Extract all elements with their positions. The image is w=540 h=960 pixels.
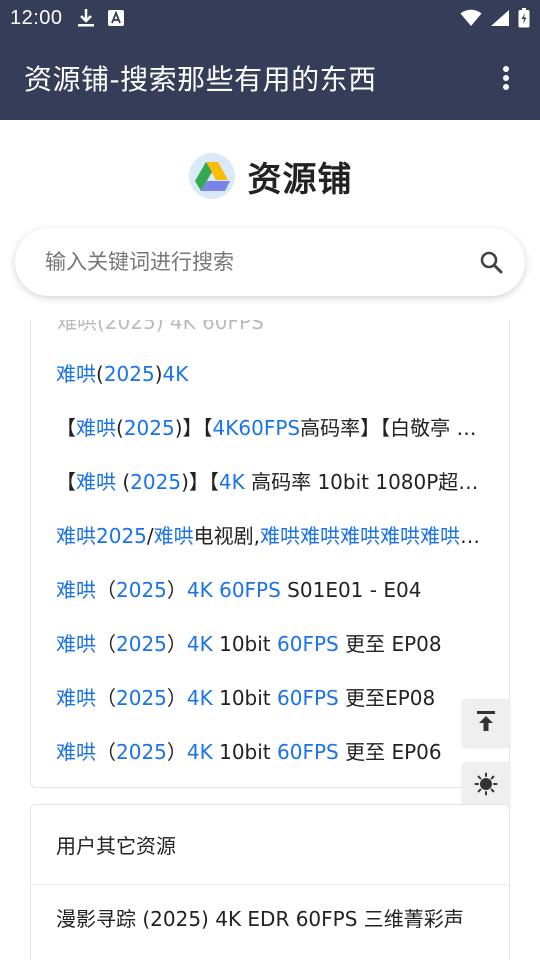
result-text: 10bit [212,632,278,656]
highlighted-keyword: 2025 [116,632,167,656]
highlighted-keyword: 4K [186,740,213,764]
result-text: 10bit [212,686,278,710]
download-icon [77,8,95,28]
logo-text: 资源铺 [247,159,353,200]
logo: 资源铺 [0,148,540,204]
highlighted-keyword: 4K [186,632,213,656]
battery-icon [518,8,530,28]
highlighted-keyword: 难哄 [153,524,194,548]
accessibility-icon [107,9,125,27]
result-item[interactable]: 难哄（2025）4K 60FPS S01E01 - E04 [56,570,486,610]
result-item[interactable]: 难哄2025/难哄电视剧,难哄难哄难哄难哄难哄难哄 [56,516,486,556]
search-results-list: 难哄(2025) 4K 60FPS 难哄(2025)4K 【难哄(2025)】【… [30,320,510,788]
result-item[interactable]: 难哄（2025）4K 10bit 60FPS 更至 EP06 [56,732,486,772]
result-text: ) [154,362,163,386]
result-item[interactable]: 难哄（2025）4K 10bit 60FPS 更至EP08 [56,678,486,718]
result-text: / [146,524,154,548]
result-text: S01E01 - E04 [280,578,422,602]
result-text: 更至 EP08 [338,632,442,656]
result-item[interactable]: 【难哄 (2025)】【4K 高码率 10bit 1080P超清】 [56,462,486,502]
highlighted-keyword: 难哄 [56,362,96,386]
highlighted-keyword: 4K [186,686,213,710]
result-text: 更至EP08 [338,686,436,710]
result-text: )】【 [181,470,219,494]
app-bar: 资源铺-搜索那些有用的东西 [0,36,540,120]
result-text: 高码率 10bit 1080P超清】 [244,470,486,494]
highlighted-keyword: 60FPS [277,740,339,764]
result-item[interactable]: 难哄(2025)4K [56,354,486,394]
highlighted-keyword: 4K [162,362,189,386]
result-text: 10bit [212,740,278,764]
result-text: ( [96,362,104,386]
highlighted-keyword: 2025 [123,416,175,440]
partial-result-item[interactable]: 难哄(2025) 4K 60FPS [57,320,264,335]
highlighted-keyword: 4K 60FPS [186,578,281,602]
status-time: 12:00 [10,6,63,29]
theme-toggle-button[interactable] [462,762,510,810]
result-text: ( [116,416,124,440]
result-text: （ [96,740,116,764]
result-text: （ [96,686,116,710]
highlighted-keyword: 2025 [103,362,155,386]
search-bar [15,228,525,296]
result-text: ( [116,470,131,494]
signal-icon [490,9,510,27]
highlighted-keyword: 难哄 [56,686,96,710]
result-item[interactable]: 【难哄(2025)】【4K60FPS高码率】【白敬亭 章若楠】 [56,408,486,448]
highlighted-keyword: 60FPS [277,686,339,710]
highlighted-keyword: 难哄 [56,632,96,656]
app-title: 资源铺-搜索那些有用的东西 [24,63,377,96]
brightness-icon [474,772,498,800]
highlighted-keyword: 难哄 [76,470,116,494]
highlighted-keyword: 2025 [116,740,167,764]
result-item[interactable]: 难哄（2025）4K 10bit 60FPS 更至 EP08 [56,624,486,664]
result-text: （ [96,578,116,602]
result-text: ） [166,578,187,602]
result-text: ） [166,686,187,710]
vertical-align-top-icon [474,709,498,737]
highlighted-keyword: 难哄 [56,740,96,764]
result-text: 【 [56,470,76,494]
highlighted-keyword: 2025 [116,686,167,710]
other-resources-card: 用户其它资源 漫影寻踪 (2025) 4K EDR 60FPS 三维菁彩声 [30,804,510,960]
highlighted-keyword: 60FPS [277,632,339,656]
result-text: ） [166,740,187,764]
scroll-top-button[interactable] [462,699,510,747]
result-text: （ [96,632,116,656]
result-text: 电视剧, [193,524,261,548]
search-input[interactable] [45,250,477,274]
drive-logo-icon [188,152,236,200]
search-icon[interactable] [477,248,505,276]
highlighted-keyword: 4K [218,470,245,494]
other-resource-item[interactable]: 漫影寻踪 (2025) 4K EDR 60FPS 三维菁彩声 [31,885,509,949]
highlighted-keyword: 难哄 [76,416,116,440]
highlighted-keyword: 2025 [130,470,182,494]
result-text: 更至 EP06 [338,740,442,764]
result-text: 高码率】【白敬亭 章若楠】 [300,416,486,440]
result-text: ） [166,632,187,656]
highlighted-keyword: 4K60FPS [212,416,301,440]
highlighted-keyword: 难哄2025 [56,524,147,548]
result-text: )】【 [174,416,213,440]
result-text: 【 [56,416,76,440]
wifi-icon [460,9,482,27]
status-bar: 12:00 [0,0,540,36]
more-vert-icon[interactable] [492,64,520,92]
highlighted-keyword: 2025 [116,578,167,602]
other-resources-header: 用户其它资源 [31,805,509,885]
highlighted-keyword: 难哄 [56,578,96,602]
highlighted-keyword: 难哄难哄难哄难哄难哄难哄 [260,524,486,548]
